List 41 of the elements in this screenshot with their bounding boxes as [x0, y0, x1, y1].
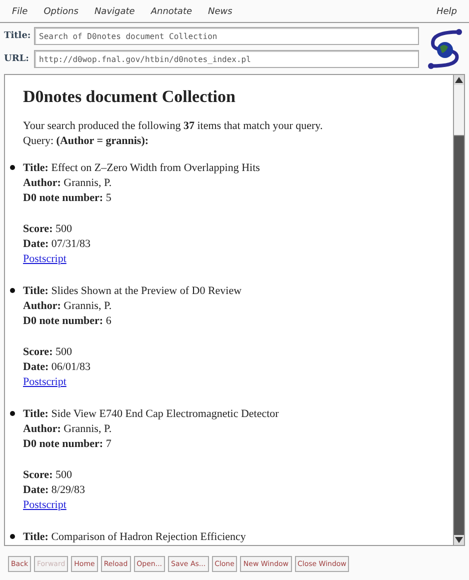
menu-item[interactable]: Options	[36, 5, 86, 19]
field-line: D0 note number: 7	[23, 437, 112, 452]
url-field[interactable]: http://d0wop.fnal.gov/htbin/d0notes_index.pl	[34, 50, 419, 68]
menu-item[interactable]: Annotate	[142, 5, 200, 19]
bullet-icon	[10, 534, 15, 539]
bullet-icon	[10, 411, 15, 416]
field-line: D0 note number: 6	[23, 314, 112, 329]
title-field[interactable]: Search of D0notes document Collection	[34, 27, 419, 45]
bullet-icon	[10, 288, 15, 293]
field-line: Score: 500	[23, 222, 73, 237]
field-line: Title: Slides Shown at the Preview of D0 Review	[23, 284, 243, 299]
field-line: Date: 8/29/83	[23, 483, 86, 498]
postscript-link[interactable]: Postscript	[23, 375, 66, 390]
field-line: Score: 500	[23, 468, 73, 483]
field-label: URL:	[4, 54, 30, 64]
field-line: Author: Grannis, P.	[23, 422, 113, 437]
postscript-link[interactable]: Postscript	[23, 252, 66, 267]
field-line: Title: Effect on Z–Zero Width from Overlapping Hits	[23, 161, 261, 176]
field-line: Title: Side View E740 End Cap Electromagnetic Detector	[23, 407, 280, 422]
scroll-up-icon[interactable]	[454, 75, 464, 85]
field-line: Score: 500	[23, 345, 73, 360]
menu-item[interactable]: File	[4, 5, 36, 19]
bullet-icon	[10, 165, 15, 170]
field-line: Date: 06/01/83	[23, 360, 92, 375]
menu-item[interactable]: Help	[428, 5, 465, 19]
field-line: Author: Grannis, P.	[23, 299, 113, 314]
query-text: Query: (Author = grannis):	[23, 134, 150, 149]
field-line: D0 note number: 5	[23, 191, 112, 206]
intro-text: Your search produced the following 37 items that match your query.	[23, 119, 324, 134]
field-line: Author: Grannis, P.	[23, 176, 113, 191]
page-heading: D0notes document Collection	[23, 87, 236, 107]
menu-item[interactable]: Navigate	[86, 5, 143, 19]
field-label: Title:	[4, 31, 30, 41]
field-line: Date: 07/31/83	[23, 237, 92, 252]
scrollbar[interactable]	[453, 75, 464, 545]
field-line: Title: Comparison of Hadron Rejection Efficiency	[23, 530, 247, 545]
menu-item[interactable]: News	[200, 5, 240, 19]
scroll-thumb[interactable]	[454, 85, 464, 136]
postscript-link[interactable]: Postscript	[23, 498, 66, 513]
globe-logo-icon[interactable]	[425, 27, 465, 71]
scroll-down-icon[interactable]	[454, 535, 464, 545]
